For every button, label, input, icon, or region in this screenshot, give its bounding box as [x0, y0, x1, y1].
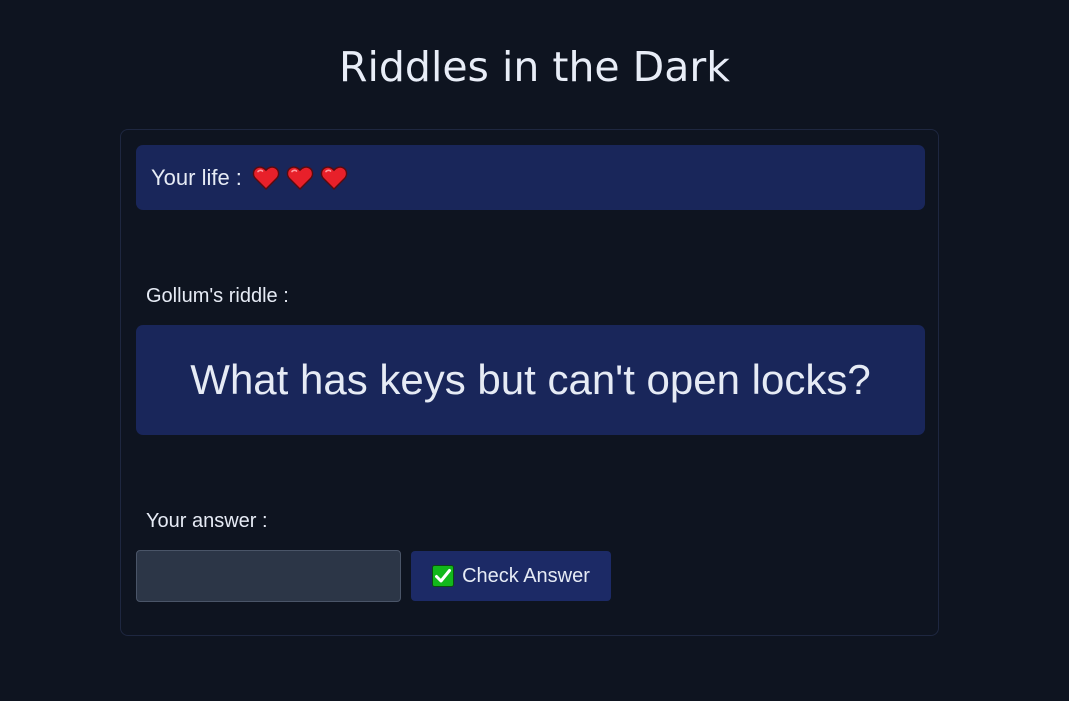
riddle-game-page: Riddles in the Dark Your life : Gollum's: [0, 0, 1069, 701]
check-mark-button-icon: [432, 565, 455, 587]
answer-input[interactable]: [136, 550, 401, 602]
red-heart-icon: [252, 165, 280, 190]
life-label: Your life :: [151, 164, 242, 190]
answer-label: Your answer :: [146, 510, 268, 532]
check-answer-label: Check Answer: [462, 564, 590, 587]
life-panel: Your life :: [136, 145, 925, 210]
riddle-label: Gollum's riddle :: [146, 285, 289, 307]
red-heart-icon: [286, 165, 314, 190]
page-title: Riddles in the Dark: [339, 43, 730, 91]
riddle-panel: What has keys but can't open locks?: [136, 325, 925, 435]
red-heart-icon: [320, 165, 348, 190]
check-answer-button[interactable]: Check Answer: [411, 551, 611, 601]
game-card: Your life : Gollum's riddle : What has k…: [120, 129, 939, 636]
hearts-container: [252, 165, 348, 191]
riddle-text: What has keys but can't open locks?: [190, 356, 871, 403]
